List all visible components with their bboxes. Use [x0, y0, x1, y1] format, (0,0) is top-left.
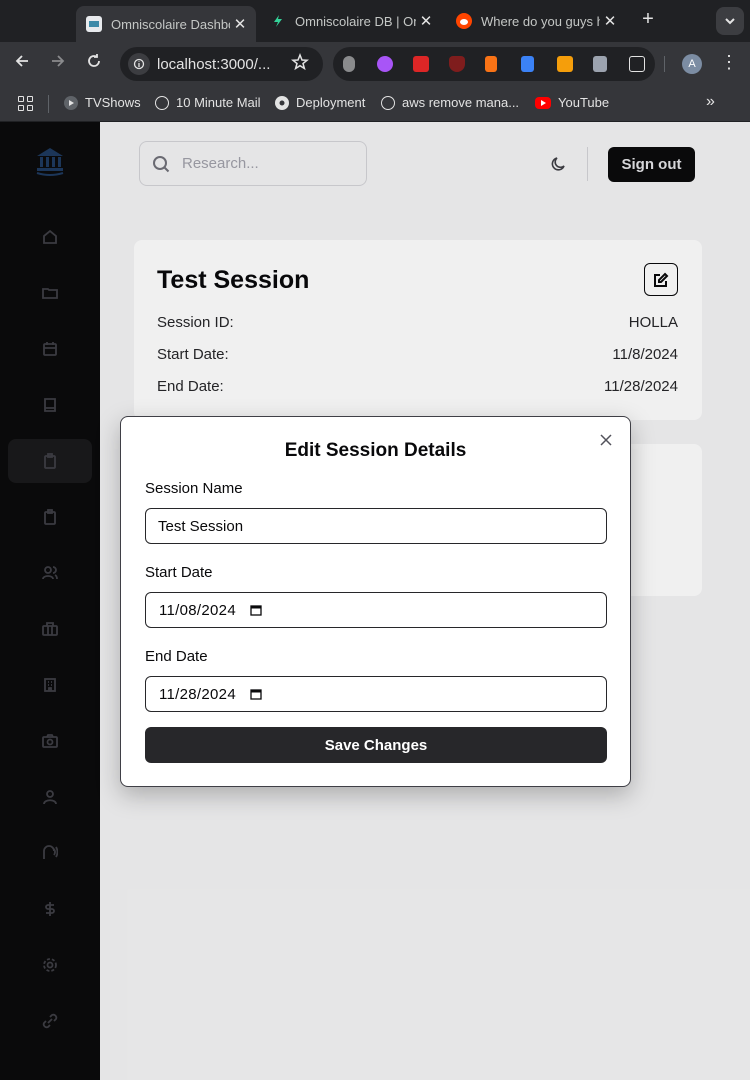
session-name-label: Session Name — [145, 480, 243, 497]
bookmark-label: YouTube — [558, 95, 610, 110]
bookmark-star-icon[interactable] — [291, 52, 309, 76]
github-icon — [275, 95, 289, 110]
youtube-icon — [535, 96, 551, 109]
extensions-bar — [333, 47, 655, 81]
toolbar-divider — [664, 56, 665, 72]
modal-title: Edit Session Details — [284, 440, 467, 461]
tab-title: Omniscolaire DB | Omniscolaire — [295, 13, 416, 29]
globe-icon — [155, 95, 169, 110]
url-text: localhost:3000/... — [157, 55, 271, 73]
bookmark-label: aws remove mana... — [402, 95, 520, 110]
browser-tab-omniscolaire-dashboard[interactable]: Omniscolaire Dashboard ✕ — [76, 6, 256, 42]
browser-menu-icon[interactable]: ⋮ — [720, 52, 738, 73]
puzzle-extensions-icon[interactable] — [629, 56, 645, 72]
bookmarks-bar: TVShows 10 Minute Mail Deployment aws re… — [0, 86, 750, 122]
arrow-right-icon — [52, 55, 65, 67]
tab-search-button[interactable] — [716, 7, 744, 35]
tab-title: Where do you guys host — [481, 13, 600, 29]
edit-session-modal: Edit Session Details Session Name Start … — [120, 416, 631, 787]
tab-close-icon[interactable]: ✕ — [230, 15, 250, 33]
start-date-value: 11/08/2024 — [159, 601, 236, 619]
calendar-icon[interactable] — [250, 688, 262, 700]
bookmark-label: 10 Minute Mail — [176, 95, 261, 110]
browser-tab-omniscolaire-db[interactable]: Omniscolaire DB | Omniscolaire ✕ — [260, 7, 442, 35]
forward-button[interactable] — [46, 52, 70, 76]
bookmark-label: Deployment — [296, 95, 366, 110]
bookmark-tvshows[interactable]: TVShows — [64, 95, 141, 110]
end-date-field-label: End Date — [145, 648, 208, 665]
arrow-left-icon — [15, 55, 28, 67]
save-changes-button[interactable]: Save Changes — [145, 727, 607, 763]
bookmark-10-minute-mail[interactable]: 10 Minute Mail — [155, 95, 261, 110]
globe-extension-icon[interactable] — [377, 56, 393, 72]
bookmark-youtube[interactable]: YouTube — [535, 95, 609, 110]
close-button[interactable] — [599, 433, 615, 449]
reload-icon — [88, 54, 100, 67]
calendar-icon[interactable] — [250, 604, 262, 616]
bookmark-aws[interactable]: aws remove mana... — [381, 95, 519, 110]
start-date-field-label: Start Date — [145, 564, 213, 581]
tab-close-icon[interactable]: ✕ — [416, 12, 436, 30]
grid-extension-icon[interactable] — [413, 56, 429, 72]
end-date-input[interactable]: 11/28/2024 — [145, 676, 607, 712]
session-name-input[interactable] — [158, 517, 606, 535]
play-icon — [64, 95, 78, 110]
mail-extension-icon[interactable] — [557, 56, 573, 72]
close-icon — [600, 434, 612, 446]
copy-extension-icon[interactable] — [593, 56, 607, 72]
apps-grid-icon[interactable] — [18, 96, 34, 112]
globe-icon — [381, 95, 395, 110]
reload-button[interactable] — [82, 52, 106, 76]
app-viewport: Sign out Test Session Session ID: HOLLA … — [0, 122, 750, 1080]
browser-toolbar: localhost:3000/... A ⋮ — [0, 42, 750, 86]
reddit-icon — [456, 13, 472, 29]
session-name-field[interactable] — [145, 508, 607, 544]
tab-favicon-icon — [270, 13, 286, 29]
profile-avatar[interactable]: A — [682, 54, 702, 74]
browser-tab-reddit[interactable]: Where do you guys host ✕ — [446, 7, 626, 35]
bookmark-deployment[interactable]: Deployment — [275, 95, 365, 110]
chevron-down-icon — [725, 18, 735, 25]
document-extension-icon[interactable] — [521, 56, 534, 72]
mouse-extension-icon[interactable] — [343, 56, 355, 72]
tab-favicon-icon — [86, 16, 102, 32]
new-tab-button[interactable]: + — [638, 9, 658, 31]
tab-close-icon[interactable]: ✕ — [600, 12, 620, 30]
ublock-shield-icon[interactable] — [449, 56, 465, 72]
end-date-value: 11/28/2024 — [159, 685, 236, 703]
tab-title: Omniscolaire Dashboard — [111, 16, 230, 32]
start-date-input[interactable]: 11/08/2024 — [145, 592, 607, 628]
more-bookmarks-icon[interactable]: » — [706, 93, 715, 111]
bookmarks-divider — [48, 95, 49, 113]
site-info-icon[interactable] — [128, 53, 150, 75]
audio-extension-icon[interactable] — [485, 56, 497, 72]
address-bar[interactable]: localhost:3000/... — [120, 47, 323, 81]
bookmark-label: TVShows — [85, 95, 141, 110]
back-button[interactable] — [10, 52, 34, 76]
browser-tabstrip: Omniscolaire Dashboard ✕ Omniscolaire DB… — [0, 0, 750, 42]
